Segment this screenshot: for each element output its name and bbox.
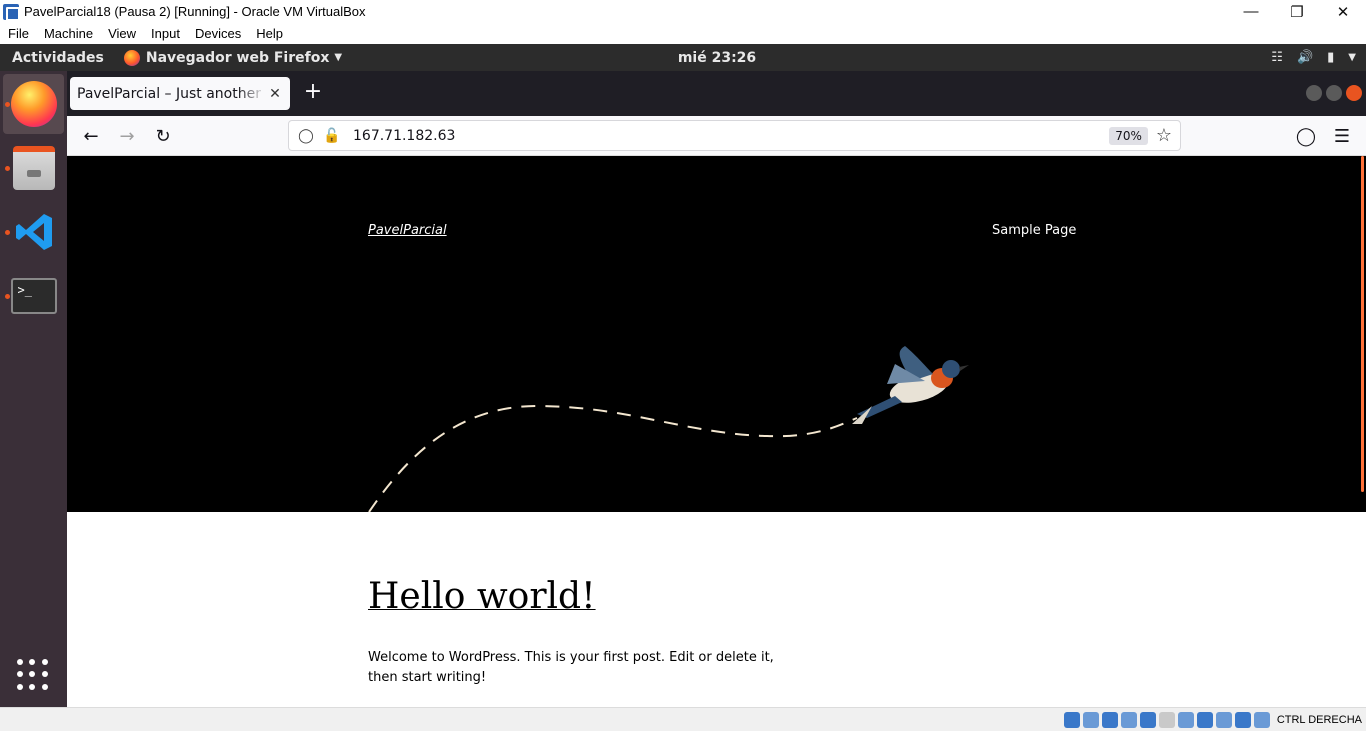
vbox-menubar: File Machine View Input Devices Help	[0, 23, 1366, 44]
running-indicator	[5, 294, 10, 299]
dock: >_	[0, 71, 67, 707]
usb-icon[interactable]	[1139, 711, 1156, 728]
shared-folders-icon[interactable]	[1158, 711, 1175, 728]
gnome-top-bar: Actividades Navegador web Firefox ▼ mié …	[0, 44, 1366, 71]
vbox-titlebar: PavelParcial18 (Pausa 2) [Running] - Ora…	[0, 0, 1366, 23]
terminal-icon: >_	[10, 278, 57, 314]
post-title[interactable]: Hello world!	[368, 576, 596, 617]
post-excerpt: Welcome to WordPress. This is your first…	[368, 650, 774, 685]
vbox-status-bar: CTRL DERECHA	[0, 707, 1366, 731]
minimize-icon[interactable]	[1306, 85, 1322, 101]
host-key-label: CTRL DERECHA	[1276, 713, 1362, 726]
dock-files[interactable]	[3, 138, 64, 198]
show-apps-icon[interactable]	[17, 659, 49, 691]
nav-bar: ← → ↻ ◯ 🔓 167.71.182.63 70% ☆ ◯ ☰	[67, 116, 1366, 156]
url-text[interactable]: 167.71.182.63	[353, 128, 1109, 144]
page-scrollbar[interactable]	[1361, 156, 1364, 492]
hard-disk-icon[interactable]	[1063, 711, 1080, 728]
display-icon[interactable]	[1177, 711, 1194, 728]
tab-strip: PavelParcial – Just another WordPress si…	[67, 71, 1366, 116]
restore-icon[interactable]: ❐	[1274, 0, 1320, 23]
system-tray[interactable]: ☷ 🔊 ▮ ▼	[1271, 44, 1356, 71]
minimize-icon[interactable]: —	[1228, 0, 1274, 23]
insecure-lock-icon[interactable]: 🔓	[323, 128, 341, 144]
menu-machine[interactable]: Machine	[44, 26, 93, 41]
virtualization-icon[interactable]	[1215, 711, 1232, 728]
tab-title: PavelParcial – Just another WordPress si…	[77, 85, 266, 102]
running-indicator	[5, 166, 10, 171]
close-icon[interactable]: ✕	[1320, 0, 1366, 23]
network-icon: ☷	[1271, 50, 1283, 65]
window-controls	[1306, 85, 1362, 101]
menu-devices[interactable]: Devices	[195, 26, 241, 41]
activities-button[interactable]: Actividades	[12, 50, 104, 66]
menu-file[interactable]: File	[8, 26, 29, 41]
bird-icon	[852, 346, 969, 424]
back-icon[interactable]: ←	[78, 123, 104, 149]
dock-firefox[interactable]	[3, 74, 64, 134]
volume-icon: 🔊	[1296, 50, 1314, 65]
hero-header: PavelParcial Sample Page	[67, 156, 1366, 512]
video-capture-icon[interactable]	[1196, 711, 1213, 728]
app-menu[interactable]: Navegador web Firefox ▼	[123, 49, 343, 66]
audio-icon[interactable]	[1101, 711, 1118, 728]
firefox-icon	[123, 49, 140, 66]
bird-flight-illustration	[368, 346, 969, 512]
menu-help[interactable]: Help	[256, 26, 283, 41]
shield-icon[interactable]: ◯	[297, 128, 315, 144]
optical-drive-icon[interactable]	[1082, 711, 1099, 728]
files-icon	[12, 146, 55, 190]
virtualbox-icon	[3, 3, 20, 21]
maximize-icon[interactable]	[1326, 85, 1342, 101]
chevron-down-icon: ▼	[1348, 52, 1356, 63]
tab-active[interactable]: PavelParcial – Just another WordPress si…	[70, 77, 290, 110]
zoom-indicator[interactable]: 70%	[1109, 126, 1148, 145]
firefox-icon	[10, 81, 57, 127]
forward-icon[interactable]: →	[114, 123, 140, 149]
bookmark-star-icon[interactable]: ☆	[1156, 125, 1172, 146]
running-indicator	[5, 230, 10, 235]
reload-icon[interactable]: ↻	[150, 123, 176, 149]
battery-icon: ▮	[1327, 50, 1335, 65]
dock-terminal[interactable]: >_	[3, 266, 64, 326]
url-bar[interactable]: ◯ 🔓 167.71.182.63 70% ☆	[288, 120, 1181, 151]
menu-view[interactable]: View	[108, 26, 136, 41]
firefox-window: PavelParcial – Just another WordPress si…	[67, 71, 1366, 707]
dock-vscode[interactable]	[3, 202, 64, 262]
new-tab-button[interactable]: +	[301, 81, 325, 105]
vscode-icon	[15, 214, 52, 250]
menu-input[interactable]: Input	[151, 26, 180, 41]
network-icon[interactable]	[1120, 711, 1137, 728]
hamburger-menu-icon[interactable]: ☰	[1329, 123, 1355, 149]
pocket-icon[interactable]: ◯	[1293, 123, 1319, 149]
window-title: PavelParcial18 (Pausa 2) [Running] - Ora…	[24, 4, 366, 19]
close-tab-icon[interactable]: ✕	[266, 86, 284, 102]
web-page: PavelParcial Sample Page Hello world! We…	[67, 156, 1366, 707]
running-indicator	[5, 102, 10, 107]
mouse-integration-icon[interactable]	[1234, 711, 1251, 728]
close-icon[interactable]	[1346, 85, 1362, 101]
keyboard-icon[interactable]	[1253, 711, 1270, 728]
chevron-down-icon: ▼	[334, 52, 343, 63]
app-menu-label: Navegador web Firefox	[145, 49, 330, 66]
